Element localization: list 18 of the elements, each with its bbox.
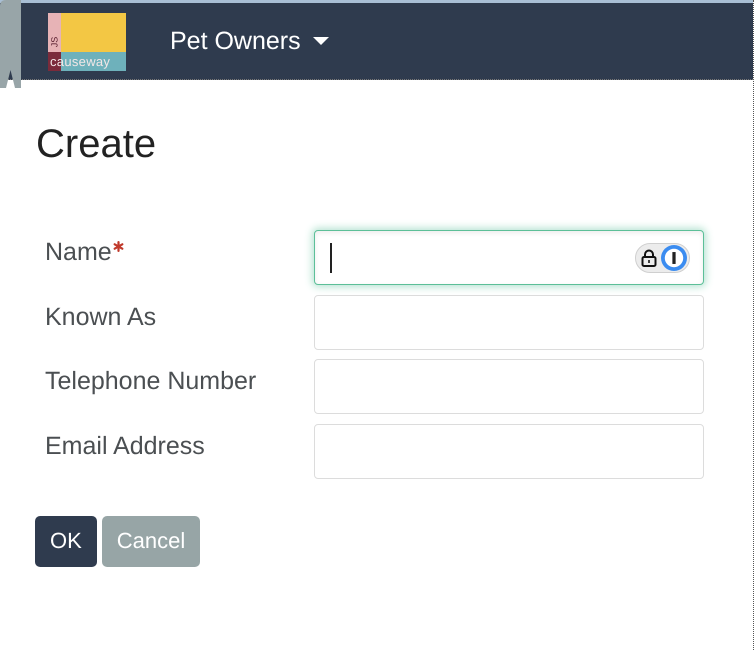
text-input[interactable] xyxy=(314,359,704,414)
field-label: Telephone Number xyxy=(45,366,258,396)
form-button[interactable]: OK xyxy=(35,516,97,566)
field-label: Name xyxy=(45,230,314,267)
text-input[interactable] xyxy=(314,230,704,285)
logo-mark-text: JS xyxy=(50,36,60,48)
text-input[interactable] xyxy=(314,424,704,478)
caret-icon xyxy=(312,37,329,45)
text-input[interactable] xyxy=(314,294,704,350)
autofill-badge[interactable] xyxy=(635,243,690,273)
text-cursor xyxy=(330,243,332,273)
field-label: Known As xyxy=(45,302,158,332)
page-title: Create xyxy=(36,121,158,168)
lock-icon xyxy=(641,249,657,267)
ring-icon xyxy=(661,245,687,271)
bookmark-ribbon[interactable] xyxy=(0,0,21,88)
field-label: Email Address xyxy=(45,430,206,460)
nav-dropdown[interactable]: Pet Owners xyxy=(170,26,329,56)
